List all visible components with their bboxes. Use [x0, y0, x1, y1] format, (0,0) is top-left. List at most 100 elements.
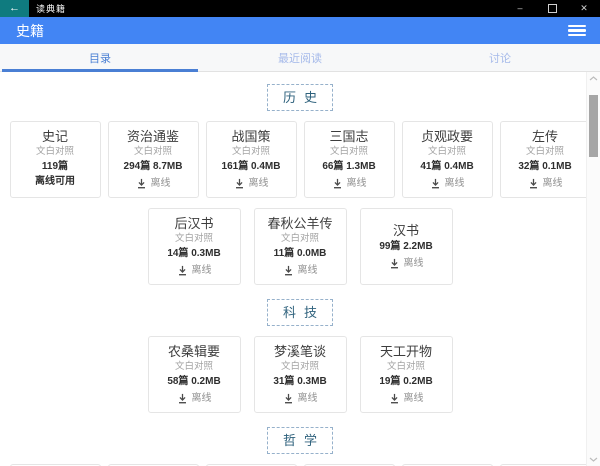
book-subtitle: 文白对照 — [526, 147, 564, 157]
card-row: 史记 文白对照 119篇 离线可用 资治通鉴 文白对照 294篇 8.7MB 离… — [8, 121, 592, 198]
book-title: 春秋公羊传 — [267, 217, 332, 231]
book-card-houhanshu[interactable]: 后汉书 文白对照 14篇 0.3MB 离线 — [148, 208, 241, 285]
offline-download-button[interactable]: 离线 — [283, 265, 318, 276]
page-header: 史籍 — [0, 17, 600, 44]
titlebar: ← 读典籍 – ✕ — [0, 0, 600, 17]
back-arrow-icon: ← — [9, 3, 20, 14]
book-card-zhenguanzhengyao[interactable]: 贞观政要 文白对照 41篇 0.4MB 离线 — [402, 121, 493, 198]
chevron-down-icon — [589, 457, 598, 462]
scroll-up-arrow[interactable] — [589, 72, 598, 85]
download-icon — [283, 393, 294, 404]
book-stats: 31篇 0.3MB — [273, 376, 326, 389]
tab-catalog[interactable]: 目录 — [0, 44, 200, 71]
offline-label: 离线 — [347, 179, 367, 189]
book-card-tiangongkaiwu[interactable]: 天工开物 文白对照 19篇 0.2MB 离线 — [360, 336, 453, 413]
book-card-zuozhuan[interactable]: 左传 文白对照 32篇 0.1MB 离线 — [500, 121, 591, 198]
offline-download-button[interactable]: 离线 — [136, 178, 171, 189]
menu-icon[interactable] — [568, 25, 586, 37]
book-title: 后汉书 — [174, 217, 213, 231]
offline-label: 离线 — [151, 179, 171, 189]
book-card-nongsangjiyao[interactable]: 农桑辑要 文白对照 58篇 0.2MB 离线 — [148, 336, 241, 413]
offline-label: 离线 — [404, 259, 424, 269]
offline-download-button[interactable]: 离线 — [528, 178, 563, 189]
book-title: 三国志 — [329, 130, 368, 144]
book-stats: 161篇 0.4MB — [222, 161, 281, 174]
offline-label: 离线 — [249, 179, 269, 189]
book-subtitle: 文白对照 — [36, 147, 74, 157]
download-icon — [136, 178, 147, 189]
book-card-zizhitongjian[interactable]: 资治通鉴 文白对照 294篇 8.7MB 离线 — [108, 121, 199, 198]
download-icon — [528, 178, 539, 189]
book-card-mengxibitan[interactable]: 梦溪笔谈 文白对照 31篇 0.3MB 离线 — [254, 336, 347, 413]
close-icon: ✕ — [580, 4, 588, 13]
back-button[interactable]: ← — [0, 0, 29, 17]
minimize-button[interactable]: – — [504, 0, 536, 17]
book-stats: 58篇 0.2MB — [167, 376, 220, 389]
download-icon — [389, 393, 400, 404]
offline-download-button[interactable]: 离线 — [283, 393, 318, 404]
chevron-up-icon — [589, 76, 598, 81]
minimize-icon: – — [517, 4, 522, 13]
book-subtitle: 文白对照 — [175, 234, 213, 244]
book-subtitle: 文白对照 — [281, 362, 319, 372]
offline-download-button[interactable]: 离线 — [430, 178, 465, 189]
page-title: 史籍 — [16, 21, 568, 41]
section-label-history: 历史 — [267, 84, 333, 111]
offline-download-button[interactable]: 离线 — [332, 178, 367, 189]
book-card-zhanguoce[interactable]: 战国策 文白对照 161篇 0.4MB 离线 — [206, 121, 297, 198]
book-subtitle: 文白对照 — [281, 234, 319, 244]
offline-download-button[interactable]: 离线 — [389, 258, 424, 269]
book-card-chunqiugongyangzhuan[interactable]: 春秋公羊传 文白对照 11篇 0.0MB 离线 — [254, 208, 347, 285]
scrollbar[interactable] — [586, 72, 600, 466]
offline-download-button[interactable]: 离线 — [234, 178, 269, 189]
tab-label: 最近阅读 — [278, 50, 322, 66]
app-title: 读典籍 — [29, 0, 504, 17]
offline-label: 离线 — [192, 394, 212, 404]
card-row: 农桑辑要 文白对照 58篇 0.2MB 离线 梦溪笔谈 文白对照 31篇 0.3… — [8, 336, 592, 413]
offline-download-button[interactable]: 离线 — [177, 393, 212, 404]
book-card-sanguozhi[interactable]: 三国志 文白对照 66篇 1.3MB 离线 — [304, 121, 395, 198]
tab-label: 讨论 — [489, 50, 511, 66]
section-label-philosophy: 哲学 — [267, 427, 333, 454]
offline-label: 离线 — [543, 179, 563, 189]
book-card-hanshu[interactable]: 汉书 99篇 2.2MB 离线 — [360, 208, 453, 285]
book-stats: 66篇 1.3MB — [322, 161, 375, 174]
tab-discussion[interactable]: 讨论 — [400, 44, 600, 71]
maximize-icon — [548, 4, 557, 13]
scroll-down-arrow[interactable] — [589, 453, 598, 466]
download-icon — [332, 178, 343, 189]
offline-download-button[interactable]: 离线 — [177, 265, 212, 276]
offline-label: 离线 — [192, 266, 212, 276]
book-card-shiji[interactable]: 史记 文白对照 119篇 离线可用 — [10, 121, 101, 198]
download-icon — [283, 265, 294, 276]
book-subtitle: 文白对照 — [175, 362, 213, 372]
book-title: 史记 — [42, 130, 68, 144]
offline-available-label: 离线可用 — [35, 176, 75, 189]
download-icon — [177, 393, 188, 404]
window-controls: – ✕ — [504, 0, 600, 17]
book-title: 贞观政要 — [421, 130, 473, 144]
book-subtitle: 文白对照 — [330, 147, 368, 157]
offline-download-button[interactable]: 离线 — [389, 393, 424, 404]
app-window: ← 读典籍 – ✕ 史籍 目录 最近阅读 讨论 历史 史记 文白对照 119篇 … — [0, 0, 600, 466]
download-icon — [430, 178, 441, 189]
book-stats: 32篇 0.1MB — [518, 161, 571, 174]
book-stats: 19篇 0.2MB — [379, 376, 432, 389]
offline-label: 离线 — [445, 179, 465, 189]
book-title: 农桑辑要 — [168, 345, 220, 359]
offline-label: 离线 — [404, 394, 424, 404]
maximize-button[interactable] — [536, 0, 568, 17]
book-stats: 119篇 — [42, 161, 68, 174]
book-subtitle: 文白对照 — [232, 147, 270, 157]
download-icon — [234, 178, 245, 189]
close-button[interactable]: ✕ — [568, 0, 600, 17]
book-stats: 41篇 0.4MB — [420, 161, 473, 174]
tab-bar: 目录 最近阅读 讨论 — [0, 44, 600, 72]
book-stats: 14篇 0.3MB — [167, 248, 220, 261]
tab-recent-reading[interactable]: 最近阅读 — [200, 44, 400, 71]
section-label-technology: 科技 — [267, 299, 333, 326]
book-title: 左传 — [532, 130, 558, 144]
book-subtitle: 文白对照 — [134, 147, 172, 157]
tab-label: 目录 — [89, 50, 111, 66]
scrollbar-thumb[interactable] — [589, 95, 598, 157]
